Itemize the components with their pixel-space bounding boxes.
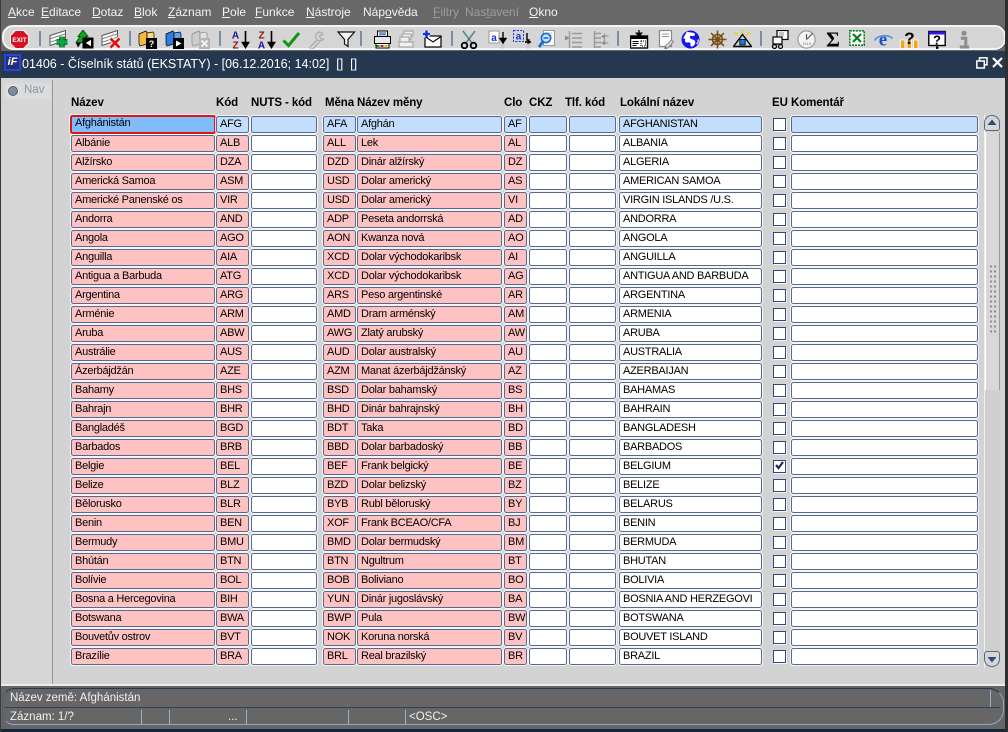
- svg-text:a: a: [491, 33, 497, 44]
- svg-text:Σ: Σ: [826, 30, 840, 49]
- svg-text:1315: 1315: [802, 41, 812, 46]
- svg-text:a: a: [516, 32, 522, 43]
- svg-text:EXIT: EXIT: [12, 37, 26, 44]
- svg-text:e: e: [879, 30, 887, 49]
- svg-text:a: a: [500, 42, 505, 50]
- svg-text:?: ?: [933, 33, 941, 48]
- svg-text:A: A: [258, 41, 265, 50]
- svg-text:Z: Z: [232, 41, 238, 50]
- svg-text:a: a: [526, 42, 531, 50]
- svg-text:?: ?: [149, 39, 155, 49]
- svg-text:?: ?: [904, 30, 914, 48]
